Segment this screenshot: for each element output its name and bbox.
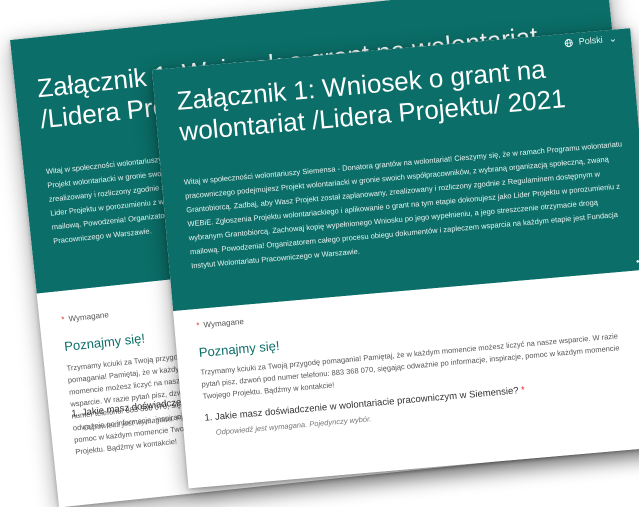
section-title: Poznajmy się! bbox=[198, 337, 281, 360]
chevron-down-icon: ⌄ bbox=[608, 32, 618, 45]
language-label: Polski bbox=[578, 34, 604, 47]
required-star: * bbox=[520, 384, 526, 397]
more-options-icon[interactable]: ••• bbox=[636, 256, 639, 267]
required-label: Wymagane bbox=[68, 310, 110, 324]
form-sheet-front: Polski ⌄ Załącznik 1: Wniosek o grant na… bbox=[152, 28, 639, 489]
form-intro: Witaj w społeczności wolontariuszy Sieme… bbox=[183, 139, 623, 271]
form-header: Polski ⌄ Załącznik 1: Wniosek o grant na… bbox=[152, 28, 639, 312]
globe-icon bbox=[564, 38, 573, 47]
section-title: Poznajmy się! bbox=[63, 330, 146, 354]
form-title: Załącznik 1: Wniosek o grant na wolontar… bbox=[175, 53, 567, 147]
required-label: Wymagane bbox=[203, 316, 245, 330]
language-selector[interactable]: Polski ⌄ bbox=[563, 33, 617, 48]
required-note: * Wymagane bbox=[61, 310, 109, 324]
required-note: * Wymagane bbox=[196, 317, 244, 330]
required-star: * bbox=[61, 314, 66, 325]
required-star: * bbox=[196, 320, 200, 331]
